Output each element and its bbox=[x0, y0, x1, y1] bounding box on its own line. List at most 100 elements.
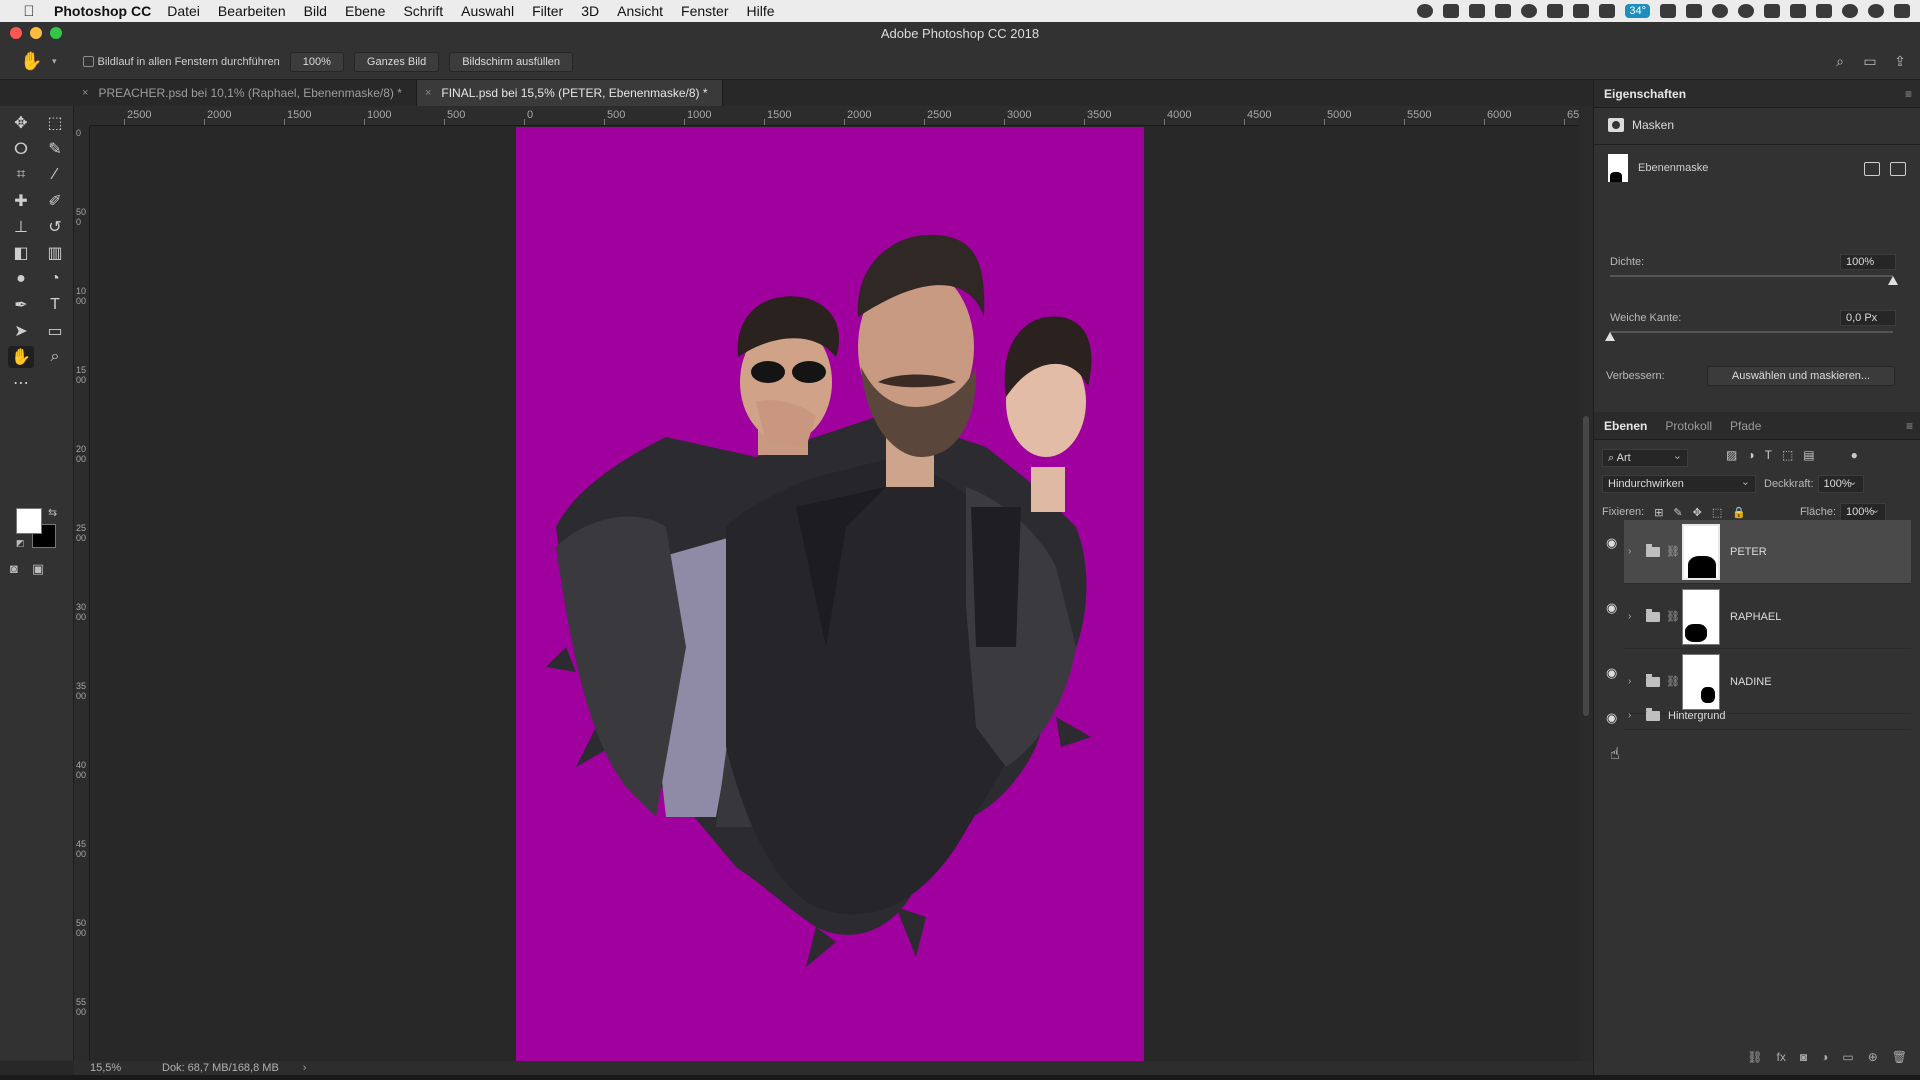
gradient-tool-icon[interactable]: ▥ bbox=[42, 242, 68, 264]
bluetooth-icon[interactable] bbox=[1738, 4, 1754, 18]
lock-all-icon[interactable]: 🔒 bbox=[1732, 506, 1746, 519]
new-group-icon[interactable]: ▭ bbox=[1842, 1050, 1853, 1064]
evernote-icon[interactable] bbox=[1547, 4, 1564, 18]
move-tool-icon[interactable]: ✥ bbox=[8, 112, 34, 134]
creative-cloud-icon[interactable] bbox=[1521, 4, 1538, 18]
battery-icon[interactable] bbox=[1816, 4, 1832, 18]
healing-brush-tool-icon[interactable]: ✚ bbox=[8, 190, 34, 212]
tab-layers[interactable]: Ebenen bbox=[1604, 419, 1647, 433]
zoom-tool-icon[interactable]: ⌕ bbox=[42, 346, 68, 368]
image-filter-icon[interactable]: ▨ bbox=[1726, 448, 1737, 462]
trash-icon[interactable]: 🗑 bbox=[1892, 1050, 1907, 1064]
filter-toggle-icon[interactable]: ● bbox=[1851, 448, 1858, 462]
blend-mode-select[interactable]: Hindurchwirken bbox=[1602, 474, 1756, 493]
menu-filter[interactable]: Filter bbox=[532, 3, 563, 19]
maximize-window-button[interactable] bbox=[50, 27, 62, 39]
document-info[interactable]: Dok: 68,7 MB/168,8 MB bbox=[162, 1062, 279, 1074]
lock-position-icon[interactable]: ✥ bbox=[1693, 506, 1702, 519]
fill-field[interactable]: 100% bbox=[1840, 502, 1887, 521]
crop-tool-icon[interactable]: ⌗ bbox=[8, 164, 34, 186]
workspace-icon[interactable]: ▭ bbox=[1862, 53, 1878, 69]
chevron-right-icon[interactable]: › bbox=[1628, 676, 1640, 687]
menu-file[interactable]: Datei bbox=[167, 3, 200, 19]
temperature-badge[interactable]: 34° bbox=[1625, 4, 1650, 18]
close-window-button[interactable] bbox=[10, 27, 22, 39]
menu-3d[interactable]: 3D bbox=[581, 3, 599, 19]
opacity-field[interactable]: 100% bbox=[1817, 474, 1864, 493]
vertical-ruler[interactable]: 0 500 1000 1500 2000 2500 3000 3500 4000 4500 5000… bbox=[74, 126, 90, 1061]
type-filter-icon[interactable]: T bbox=[1765, 448, 1772, 462]
tab-final[interactable]: × FINAL.psd bei 15,5% (PETER, Ebenenmask… bbox=[416, 80, 723, 106]
shape-filter-icon[interactable]: ⬚ bbox=[1782, 448, 1793, 462]
pixel-mask-icon[interactable] bbox=[1864, 162, 1880, 176]
menu-help[interactable]: Hilfe bbox=[747, 3, 775, 19]
fit-screen-button[interactable]: Ganzes Bild bbox=[353, 51, 440, 72]
record-icon[interactable] bbox=[1417, 4, 1434, 18]
chevron-right-icon[interactable]: › bbox=[1628, 611, 1640, 622]
tab-paths[interactable]: Pfade bbox=[1730, 419, 1761, 433]
chevron-right-icon[interactable]: › bbox=[303, 1062, 307, 1074]
apple-menu-icon[interactable]:  bbox=[14, 3, 44, 20]
ruler-origin[interactable] bbox=[74, 106, 90, 126]
feather-field[interactable]: 0,0 Px bbox=[1840, 310, 1896, 326]
select-and-mask-button[interactable]: Auswählen und maskieren... bbox=[1707, 366, 1895, 386]
visibility-eye-icon[interactable]: ◉ bbox=[1606, 710, 1617, 726]
document-canvas[interactable] bbox=[516, 127, 1144, 1061]
eyedropper-tool-icon[interactable]: ⁄ bbox=[42, 164, 68, 186]
history-brush-tool-icon[interactable]: ↺ bbox=[42, 216, 68, 238]
layer-row-peter[interactable]: › ⛓ PETER bbox=[1624, 520, 1911, 584]
layer-row-background[interactable]: › Hintergrund bbox=[1624, 702, 1911, 730]
vector-mask-icon[interactable] bbox=[1890, 162, 1906, 176]
lock-pixels-icon[interactable]: ✎ bbox=[1673, 506, 1682, 519]
quick-select-tool-icon[interactable]: ✎ bbox=[42, 138, 68, 160]
feather-slider[interactable] bbox=[1610, 331, 1893, 333]
display-icon[interactable] bbox=[1443, 4, 1460, 18]
horizontal-ruler[interactable]: 2500 2000 1500 1000 500 0 500 1000 1500 2000 2500 3… bbox=[90, 106, 1579, 126]
dodge-tool-icon[interactable]: ◔ bbox=[42, 268, 68, 290]
script-icon[interactable] bbox=[1573, 4, 1590, 18]
lasso-tool-icon[interactable]: ⵔ bbox=[8, 138, 34, 160]
visibility-eye-icon[interactable]: ◉ bbox=[1606, 600, 1617, 616]
hd-icon[interactable] bbox=[1660, 4, 1676, 18]
fill-screen-button[interactable]: Bildschirm ausfüllen bbox=[449, 51, 574, 72]
adjustment-filter-icon[interactable]: ◑ bbox=[1747, 448, 1754, 462]
scrollbar-thumb[interactable] bbox=[1583, 416, 1589, 716]
blur-tool-icon[interactable]: ● bbox=[8, 268, 34, 290]
tab-preacher[interactable]: × PREACHER.psd bei 10,1% (Raphael, Ebene… bbox=[74, 80, 417, 106]
wifi-icon[interactable] bbox=[1764, 4, 1780, 18]
menu-type[interactable]: Schrift bbox=[403, 3, 443, 19]
rectangle-tool-icon[interactable]: ▭ bbox=[42, 320, 68, 342]
scroll-all-windows-checkbox[interactable]: Bildlauf in allen Fenstern durchführen bbox=[82, 56, 280, 68]
link-icon[interactable]: ⛓ bbox=[1666, 675, 1680, 688]
chevron-down-icon[interactable]: ▾ bbox=[52, 56, 57, 67]
type-tool-icon[interactable]: T bbox=[42, 294, 68, 316]
menu-window[interactable]: Fenster bbox=[681, 3, 728, 19]
menu-select[interactable]: Auswahl bbox=[461, 3, 514, 19]
path-selection-tool-icon[interactable]: ➤ bbox=[8, 320, 34, 342]
panel-menu-icon[interactable]: ≡ bbox=[1905, 87, 1912, 101]
checkbox-icon[interactable] bbox=[82, 56, 94, 68]
clone-stamp-tool-icon[interactable]: ⊥ bbox=[8, 216, 34, 238]
messages-icon[interactable] bbox=[1686, 4, 1702, 18]
canvas-area[interactable] bbox=[91, 127, 1579, 1061]
airplay-icon[interactable] bbox=[1790, 4, 1806, 18]
layer-row-raphael[interactable]: › ⛓ RAPHAEL bbox=[1624, 585, 1911, 649]
screen-mode-icon[interactable]: ▣ bbox=[32, 561, 44, 577]
new-layer-icon[interactable]: ⊕ bbox=[1868, 1050, 1878, 1064]
link-layers-icon[interactable]: ⛓ bbox=[1747, 1050, 1762, 1064]
app-menu[interactable]: Photoshop CC bbox=[54, 3, 151, 19]
menu-view[interactable]: Ansicht bbox=[617, 3, 663, 19]
siri-icon[interactable] bbox=[1868, 4, 1884, 18]
tab-properties[interactable]: Eigenschaften bbox=[1604, 87, 1686, 101]
more-tools-icon[interactable]: ⋯ bbox=[8, 372, 34, 394]
tab-history[interactable]: Protokoll bbox=[1665, 419, 1712, 433]
cloud-icon[interactable] bbox=[1495, 4, 1512, 18]
add-mask-icon[interactable]: ◙ bbox=[1800, 1050, 1807, 1064]
book-icon[interactable] bbox=[1599, 4, 1616, 18]
density-field[interactable]: 100% bbox=[1840, 254, 1896, 270]
visibility-eye-icon[interactable]: ◉ bbox=[1606, 665, 1617, 681]
close-tab-icon[interactable]: × bbox=[425, 87, 431, 99]
hand-tool-preset-icon[interactable]: ✋ bbox=[20, 51, 42, 72]
share-icon[interactable]: ⇪ bbox=[1892, 53, 1908, 69]
default-colors-icon[interactable]: ◩ bbox=[16, 538, 25, 549]
